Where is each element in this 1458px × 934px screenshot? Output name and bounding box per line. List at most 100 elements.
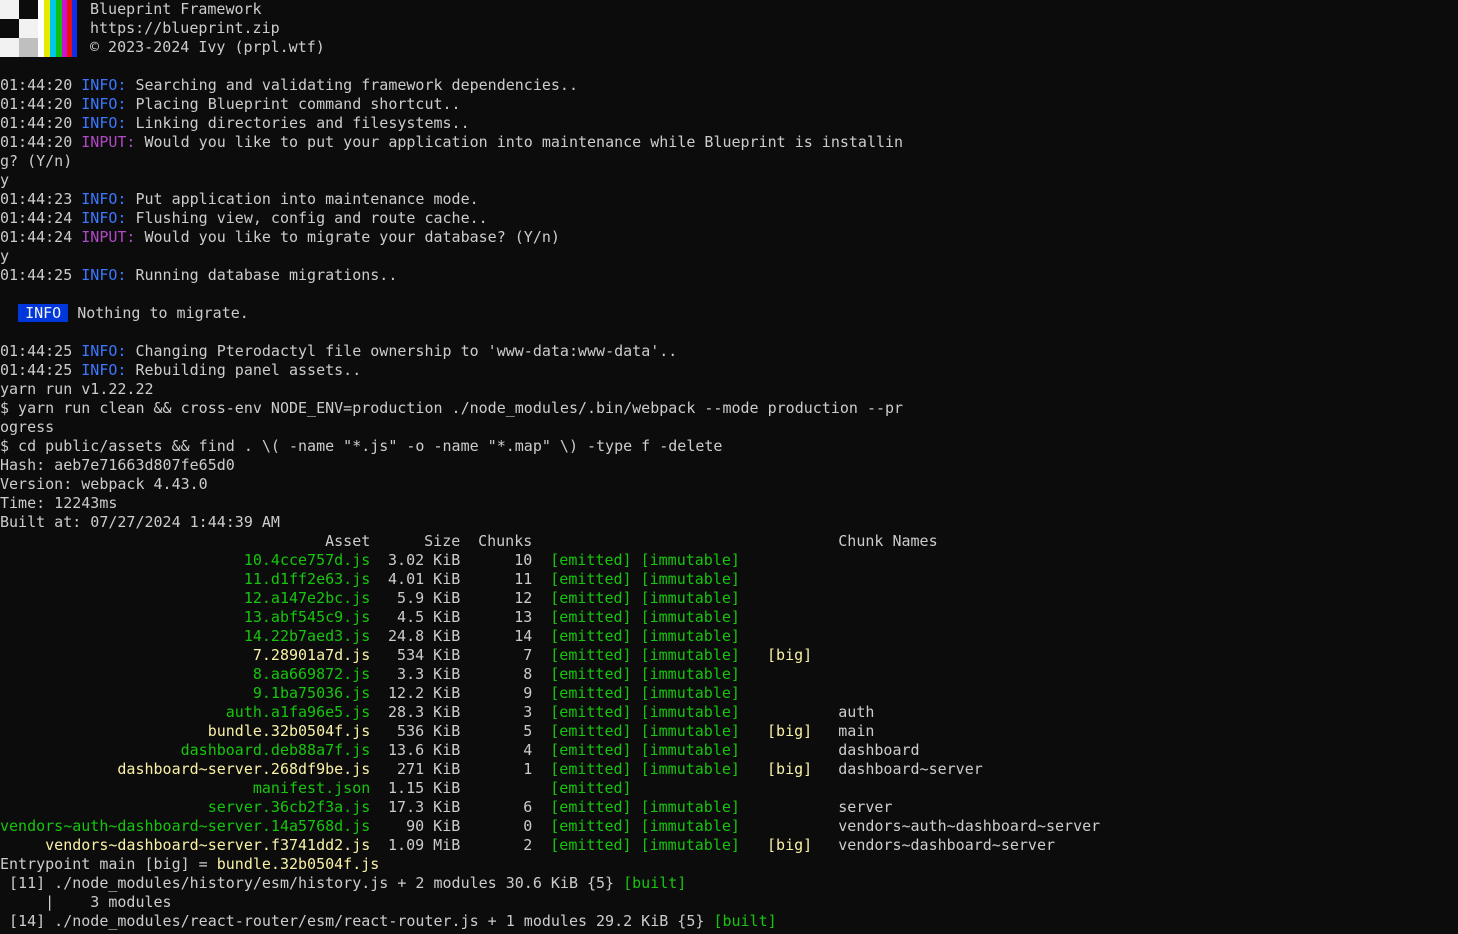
emitted-flag: [emitted] [550, 760, 632, 778]
asset-chunks: 14 [514, 627, 533, 645]
emitted-flag: [emitted] [550, 722, 632, 740]
log-line: 01:44:20 INFO: Searching and validating … [0, 76, 578, 94]
asset-chunks: 4 [523, 741, 533, 759]
table-row: dashboard.deb88a7f.js 13.6 KiB 4 [emitted] … [0, 741, 1100, 760]
asset-name: manifest.json [252, 779, 371, 797]
log-line: 01:44:25 INFO: Changing Pterodactyl file… [0, 342, 678, 360]
emitted-flag: [emitted] [550, 551, 632, 569]
asset-chunks: 10 [514, 551, 533, 569]
emitted-flag: [emitted] [550, 817, 632, 835]
asset-size: 3.02 KiB [388, 551, 461, 569]
emitted-flag: [emitted] [550, 798, 632, 816]
table-row: 8.aa669872.js 3.3 KiB 8 [emitted] [immutabl… [0, 665, 1100, 684]
asset-name: 13.abf545c9.js [243, 608, 371, 626]
asset-size: 90 KiB [406, 817, 461, 835]
chunk-name [838, 684, 1100, 703]
chunk-name [838, 779, 1100, 798]
asset-chunks: 12 [514, 589, 533, 607]
emitted-flag: [emitted] [550, 608, 632, 626]
col-chunks: Chunks [478, 532, 533, 550]
terminal-window[interactable]: Blueprint Framework https://blueprint.zi… [0, 0, 1458, 934]
asset-name: 7.28901a7d.js [252, 646, 371, 664]
table-row: vendors~dashboard~server.f3741dd2.js 1.09… [0, 836, 1100, 855]
emitted-flag: [emitted] [550, 646, 632, 664]
asset-chunks: 13 [514, 608, 533, 626]
immutable-flag: [immutable] [640, 760, 740, 778]
asset-size: 12.2 KiB [388, 684, 461, 702]
log-line: 01:44:25 INFO: Running database migratio… [0, 266, 398, 284]
chunk-name [838, 551, 1100, 570]
blueprint-logo [0, 0, 77, 57]
immutable-flag: [immutable] [640, 703, 740, 721]
table-row: 10.4cce757d.js 3.02 KiB 10 [emitted] [immut… [0, 551, 1100, 570]
assets-table: Asset Size Chunks Chunk Names 10.4cce757… [0, 532, 1100, 855]
emitted-flag: [emitted] [550, 741, 632, 759]
asset-size: 4.01 KiB [388, 570, 461, 588]
table-row: 13.abf545c9.js 4.5 KiB 13 [emitted] [immuta… [0, 608, 1100, 627]
asset-flags: [emitted] [immutable] [532, 817, 838, 836]
asset-flags: [emitted] [immutable] [532, 665, 838, 684]
asset-chunks [460, 779, 532, 798]
chunk-name [838, 646, 1100, 665]
table-row: 14.22b7aed3.js 24.8 KiB 14 [emitted] [immut… [0, 627, 1100, 646]
entrypoint-line: Entrypoint main [big] = bundle.32b0504f.… [0, 855, 380, 873]
app-copyright: © 2023-2024 Ivy (prpl.wtf) [90, 38, 325, 56]
asset-chunks: 7 [523, 646, 533, 664]
table-header-row: Asset Size Chunks Chunk Names [0, 532, 1100, 551]
asset-flags: [emitted] [immutable] [big] [532, 836, 838, 855]
command-line: $ yarn run clean && cross-env NODE_ENV=p… [0, 399, 904, 417]
asset-chunks: 6 [523, 798, 533, 816]
table-row: manifest.json 1.15 KiB [emitted] [0, 779, 1100, 798]
chunk-name: main [838, 722, 875, 740]
table-row: auth.a1fa96e5.js 28.3 KiB 3 [emitted] [immu… [0, 703, 1100, 722]
chunk-name: server [838, 798, 893, 816]
table-row: server.36cb2f3a.js 17.3 KiB 6 [emitted] [im… [0, 798, 1100, 817]
immutable-flag: [immutable] [640, 646, 740, 664]
info-badge: INFO [18, 304, 69, 322]
immutable-flag: [immutable] [640, 722, 740, 740]
emitted-flag: [emitted] [550, 684, 632, 702]
chunk-name [838, 608, 1100, 627]
asset-size: 17.3 KiB [388, 798, 461, 816]
log-line: 01:44:24 INFO: Flushing view, config and… [0, 209, 488, 227]
asset-name: dashboard~server.268df9be.js [117, 760, 371, 778]
table-row: 11.d1ff2e63.js 4.01 KiB 11 [emitted] [immut… [0, 570, 1100, 589]
immutable-flag: [immutable] [640, 665, 740, 683]
emitted-flag: [emitted] [550, 570, 632, 588]
migrate-notice: INFO Nothing to migrate. [0, 304, 1458, 323]
asset-chunks: 2 [523, 836, 533, 854]
table-row: vendors~auth~dashboard~server.14a5768d.j… [0, 817, 1100, 836]
asset-chunks: 0 [523, 817, 533, 835]
chunk-name [838, 665, 1100, 684]
prompt-wrap: g? (Y/n) [0, 152, 73, 170]
table-row: dashboard~server.268df9be.js 271 KiB 1 [emi… [0, 760, 1100, 779]
table-row: 9.1ba75036.js 12.2 KiB 9 [emitted] [immutab… [0, 684, 1100, 703]
asset-name: 9.1ba75036.js [252, 684, 371, 702]
chunk-name [838, 589, 1100, 608]
build-version: Version: webpack 4.43.0 [0, 475, 208, 493]
build-date: Built at: 07/27/2024 1:44:39 AM [0, 513, 280, 531]
asset-size: 3.3 KiB [397, 665, 461, 683]
asset-chunks: 5 [523, 722, 533, 740]
col-chunk-names: Chunk Names [838, 532, 938, 550]
chunk-name: dashboard~server [838, 760, 983, 778]
immutable-flag: [immutable] [640, 684, 740, 702]
chunk-name: vendors~dashboard~server [838, 836, 1056, 854]
asset-size: 13.6 KiB [388, 741, 461, 759]
asset-flags: [emitted] [immutable] [big] [532, 722, 838, 741]
asset-flags: [emitted] [immutable] [532, 741, 838, 760]
table-row: 7.28901a7d.js 534 KiB 7 [emitted] [immutabl… [0, 646, 1100, 665]
module-line: [14] ./node_modules/react-router/esm/rea… [0, 912, 777, 930]
col-size: Size [424, 532, 461, 550]
col-asset: Asset [325, 532, 371, 550]
table-row: 12.a147e2bc.js 5.9 KiB 12 [emitted] [immuta… [0, 589, 1100, 608]
asset-flags: [emitted] [immutable] [532, 798, 838, 817]
asset-flags: [emitted] [immutable] [532, 608, 838, 627]
chunk-name: auth [838, 703, 875, 721]
immutable-flag: [immutable] [640, 589, 740, 607]
asset-chunks: 1 [523, 760, 533, 778]
big-flag: [big] [767, 836, 813, 854]
asset-name: 10.4cce757d.js [243, 551, 371, 569]
immutable-flag: [immutable] [640, 817, 740, 835]
header: Blueprint Framework https://blueprint.zi… [0, 0, 1458, 57]
